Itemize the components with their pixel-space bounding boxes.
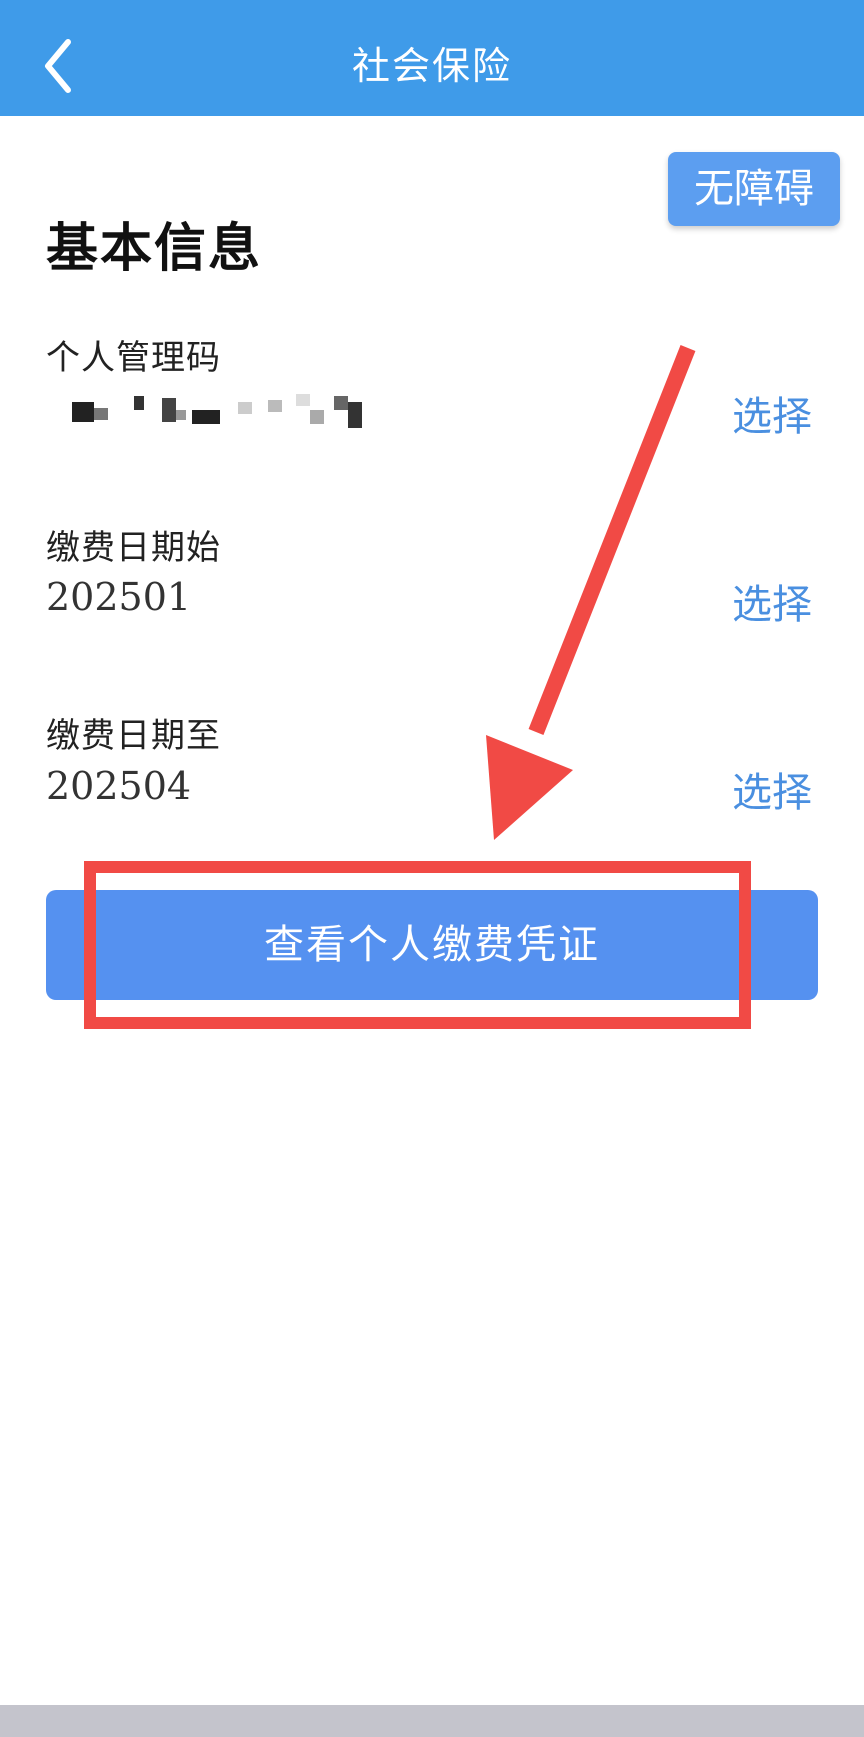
- select-start-date-link[interactable]: 选择: [732, 572, 812, 630]
- end-date-value: 202504: [46, 764, 192, 808]
- field-label-start-date: 缴费日期始: [46, 528, 221, 568]
- page-title: 社会保险: [351, 44, 512, 88]
- masked-management-code-value: [72, 394, 362, 430]
- field-label-end-date: 缴费日期至: [46, 716, 221, 756]
- top-app-bar: 社会保险: [0, 0, 864, 116]
- field-label-management-code: 个人管理码: [46, 338, 221, 378]
- select-end-date-link[interactable]: 选择: [732, 760, 812, 818]
- chevron-left-icon[interactable]: [36, 36, 84, 96]
- select-management-code-link[interactable]: 选择: [732, 384, 812, 442]
- accessibility-button[interactable]: 无障碍: [668, 152, 840, 226]
- start-date-value: 202501: [46, 575, 192, 619]
- annotation-highlight-box: [84, 861, 751, 1029]
- bottom-system-bar: [0, 1705, 864, 1737]
- section-title: 基本信息: [46, 219, 263, 279]
